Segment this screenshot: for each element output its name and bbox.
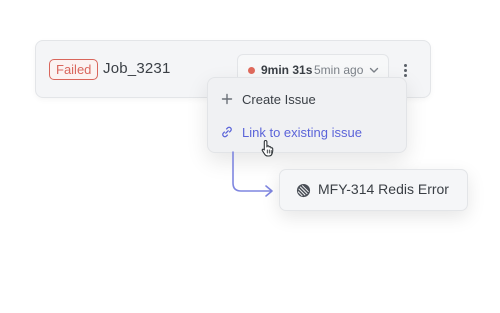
linked-issue-card[interactable]: MFY-314 Redis Error: [279, 169, 468, 211]
link-connector-arrow: [232, 151, 273, 197]
more-dot: [403, 73, 407, 77]
link-icon: [222, 126, 232, 138]
more-dot: [403, 63, 407, 67]
linked-issue-label: MFY-314 Redis Error: [318, 181, 449, 197]
job-name[interactable]: Job_3231: [103, 60, 171, 77]
menu-item-link-existing-issue[interactable]: Link to existing issue: [208, 117, 406, 147]
plus-icon: [221, 93, 233, 105]
more-dot: [403, 68, 407, 72]
menu-item-create-issue[interactable]: Create Issue: [208, 84, 406, 114]
actions-menu: Create Issue Link to existing issue: [207, 77, 407, 153]
chevron-down-icon[interactable]: [368, 64, 380, 76]
linear-icon: [296, 183, 311, 198]
menu-item-label: Create Issue: [242, 91, 316, 107]
screen: Failed Job_3231 9min 31s 5min ago Create…: [0, 0, 500, 313]
menu-item-label: Link to existing issue: [242, 124, 362, 140]
job-time-ago: 5min ago: [314, 63, 364, 77]
status-badge: Failed: [49, 59, 99, 80]
status-dot-icon: [248, 67, 255, 74]
job-duration: 9min 31s: [261, 63, 313, 77]
